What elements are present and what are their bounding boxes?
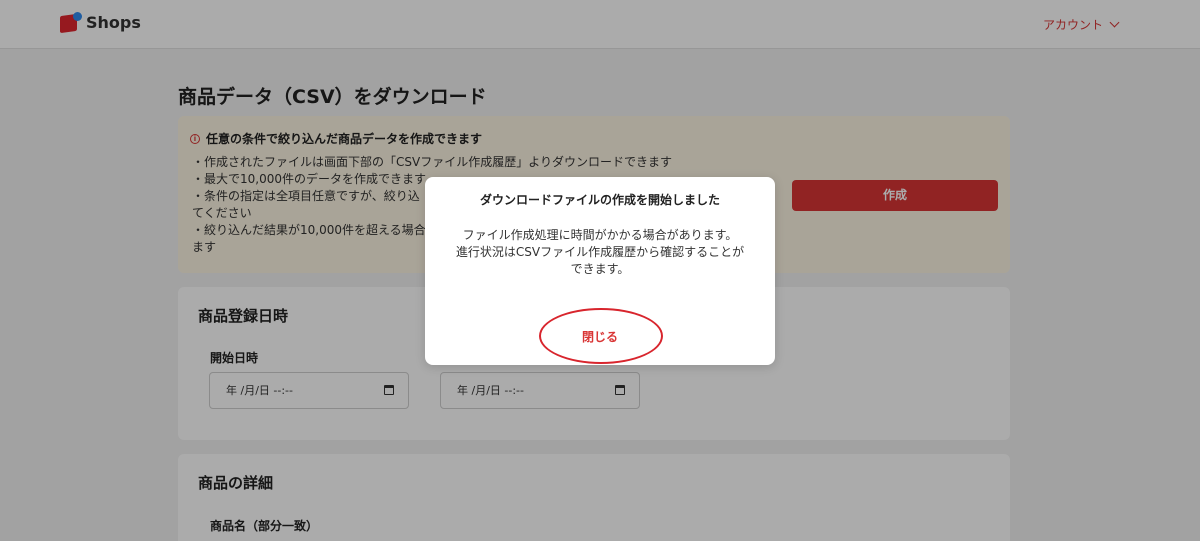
dialog-message: ファイル作成処理に時間がかかる場合があります。 進行状況はCSVファイル作成履歴… [445, 227, 755, 278]
dialog-message-line: 進行状況はCSVファイル作成履歴から確認することが [455, 245, 745, 259]
close-button[interactable]: 閉じる [570, 328, 630, 345]
dialog-message-line: できます。 [570, 262, 630, 276]
download-started-dialog: ダウンロードファイルの作成を開始しました ファイル作成処理に時間がかかる場合があ… [425, 177, 775, 365]
dialog-title: ダウンロードファイルの作成を開始しました [479, 193, 720, 207]
dialog-message-line: ファイル作成処理に時間がかかる場合があります。 [462, 228, 738, 242]
